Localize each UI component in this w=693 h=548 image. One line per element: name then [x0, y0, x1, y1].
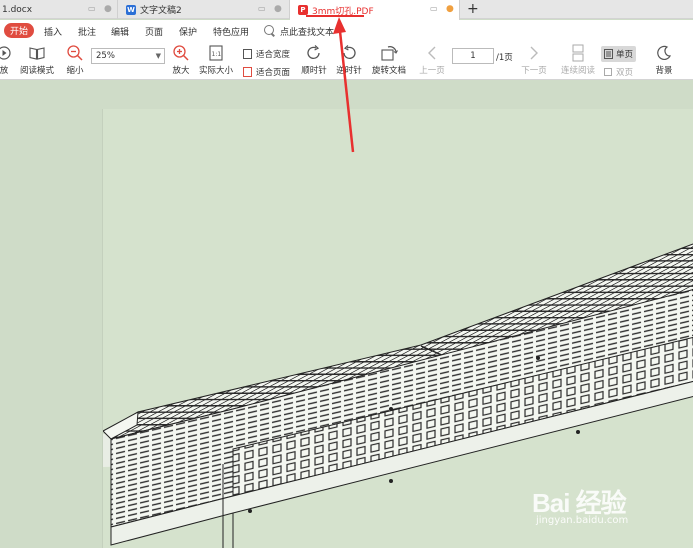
actual-size-icon: 1:1 [208, 42, 224, 64]
fit-page-label: 适合页面 [256, 68, 291, 78]
double-page-label: 双页 [616, 68, 634, 78]
rotate-ccw-label: 逆时针 [336, 66, 362, 76]
search-icon[interactable] [264, 25, 274, 35]
new-tab-button[interactable]: + [467, 1, 479, 17]
pdf-icon: P [298, 5, 308, 15]
watermark-url: jingyan.baidu.com [536, 515, 629, 526]
chevron-down-icon: ▼ [155, 52, 161, 60]
background-label: 背景 [655, 66, 673, 76]
menu-edit[interactable]: 编辑 [111, 25, 129, 38]
menu-start[interactable]: 开始 [4, 23, 34, 38]
tab-docx[interactable]: 1.docx ▭ ● [0, 0, 118, 19]
rotate-doc-button[interactable]: 旋转文档 [371, 42, 407, 80]
window-icon[interactable]: ▭ [430, 4, 438, 13]
fit-width-label: 适合宽度 [256, 50, 291, 60]
rotate-doc-icon [379, 42, 399, 64]
prev-page-button[interactable]: 上一页 [418, 42, 446, 80]
rotate-doc-label: 旋转文档 [371, 66, 406, 76]
chevron-right-icon [528, 42, 540, 64]
modified-dot-icon[interactable]: ● [446, 4, 454, 14]
book-icon [28, 42, 46, 64]
tab-label: 1.docx [2, 4, 33, 15]
baidu-watermark: Bai 经验 jingyan.baidu.com [532, 483, 662, 543]
word-icon: W [126, 4, 136, 15]
fit-page-icon [243, 67, 252, 77]
search-text[interactable]: 点此查找文本 [280, 25, 334, 38]
play-button[interactable]: 放 [0, 42, 14, 80]
zoom-in-label: 放大 [172, 66, 190, 76]
close-dot-icon[interactable]: ● [104, 4, 112, 14]
fit-page-button[interactable]: 适合页面 [243, 66, 290, 78]
zoom-in-icon [172, 42, 190, 64]
chevron-left-icon [426, 42, 438, 64]
page-total: /1页 [496, 53, 513, 63]
window-icon[interactable]: ▭ [88, 4, 96, 13]
fit-width-button[interactable]: 适合宽度 [243, 48, 290, 60]
background-button[interactable]: 背景 [651, 42, 677, 80]
zoom-in-button[interactable]: 放大 [170, 42, 192, 80]
menu-special[interactable]: 特色应用 [213, 25, 249, 38]
zoom-out-button[interactable]: 缩小 [64, 42, 86, 80]
single-page-icon [603, 49, 613, 59]
ribbon-toolbar: 放 阅读模式 缩小 25% ▼ 放大 1:1 实际大小 适合宽度 适合页面 顺时… [0, 42, 693, 80]
menu-bar: 开始 插入 批注 编辑 页面 保护 特色应用 点此查找文本 [0, 20, 693, 42]
rotate-cw-icon [305, 42, 323, 64]
zoom-select[interactable]: 25% ▼ [91, 48, 165, 64]
prev-page-label: 上一页 [419, 66, 445, 76]
single-page-label: 单页 [615, 50, 633, 60]
tab-label: 文字文稿2 [140, 6, 182, 16]
next-page-button[interactable]: 下一页 [520, 42, 548, 80]
actual-size-button[interactable]: 1:1 实际大小 [198, 42, 234, 80]
continuous-icon [571, 42, 585, 64]
zoom-out-label: 缩小 [66, 66, 84, 76]
actual-size-label: 实际大小 [198, 66, 233, 76]
read-mode-button[interactable]: 阅读模式 [18, 42, 56, 80]
annotation-underline [306, 15, 364, 17]
continuous-button[interactable]: 连续阅读 [561, 42, 595, 80]
menu-protect[interactable]: 保护 [179, 25, 197, 38]
double-page-icon [604, 68, 612, 76]
moon-icon [656, 42, 672, 64]
next-page-label: 下一页 [521, 66, 547, 76]
zoom-value: 25% [96, 51, 115, 61]
document-area[interactable] [0, 81, 693, 548]
rotate-ccw-icon [340, 42, 358, 64]
menu-insert[interactable]: 插入 [44, 25, 62, 38]
rotate-cw-label: 顺时针 [301, 66, 327, 76]
single-page-button[interactable]: 单页 [601, 46, 636, 62]
play-label: 放 [0, 66, 9, 76]
continuous-label: 连续阅读 [561, 66, 596, 76]
read-mode-label: 阅读模式 [19, 66, 54, 76]
double-page-button[interactable]: 双页 [604, 66, 633, 78]
svg-text:1:1: 1:1 [212, 51, 222, 58]
zoom-out-icon [66, 42, 84, 64]
window-icon[interactable]: ▭ [258, 4, 266, 13]
fit-width-icon [243, 49, 252, 59]
menu-page[interactable]: 页面 [145, 25, 163, 38]
page-number-input[interactable]: 1 [452, 48, 494, 64]
menu-annotate[interactable]: 批注 [78, 25, 96, 38]
rotate-cw-button[interactable]: 顺时针 [301, 42, 327, 80]
tab-pdf[interactable]: P 3mm切孔.PDF ▭ ● [290, 0, 460, 20]
play-icon [0, 42, 12, 64]
tab-word[interactable]: W 文字文稿2 ▭ ● [118, 0, 290, 19]
rotate-ccw-button[interactable]: 逆时针 [336, 42, 362, 80]
close-dot-icon[interactable]: ● [274, 4, 282, 14]
